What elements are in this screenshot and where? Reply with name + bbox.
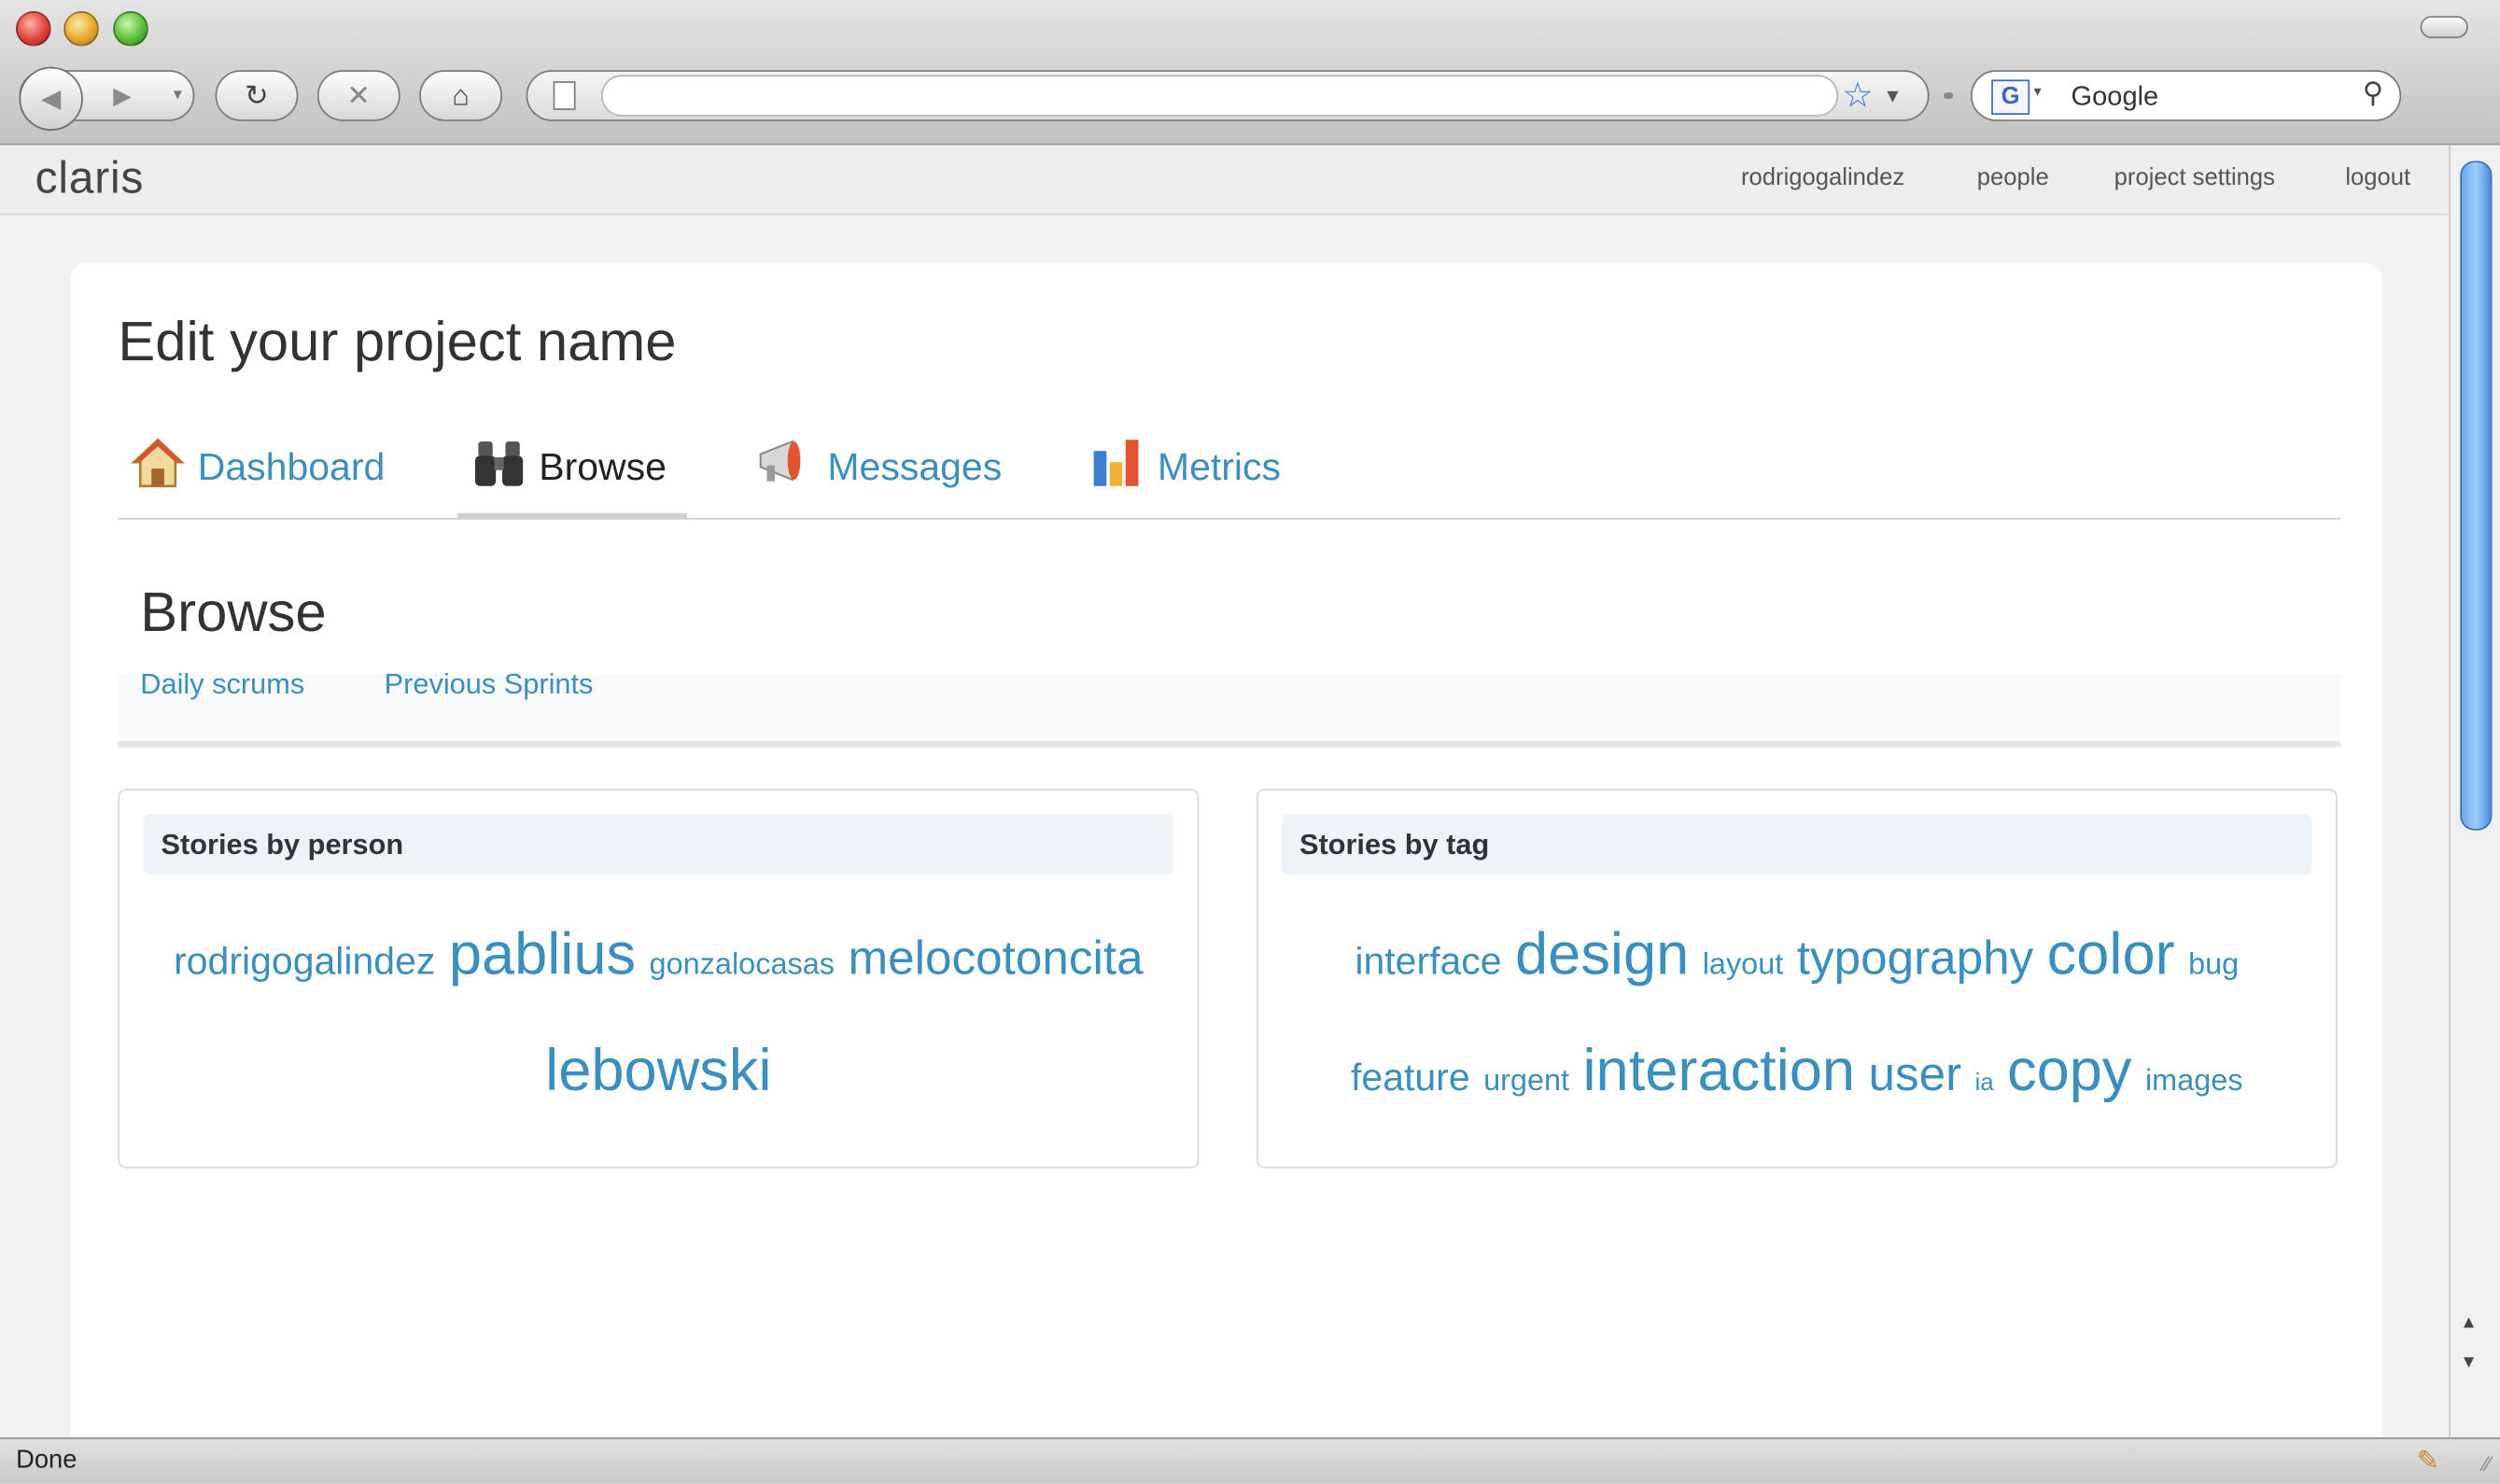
search-icon[interactable]: ⚲ — [2363, 77, 2384, 110]
status-text: Done — [16, 1447, 77, 1475]
panel-title: Stories by tag — [1282, 814, 2312, 875]
cloud-tag[interactable]: user — [1869, 1049, 1962, 1101]
page-icon — [553, 81, 576, 110]
google-engine-icon[interactable]: G — [1991, 79, 2030, 115]
home-button[interactable]: ⌂ — [419, 70, 502, 121]
nav-logout-link[interactable]: logout — [2345, 164, 2410, 191]
megaphone-icon — [754, 435, 815, 500]
previous-sprints-link[interactable]: Previous Sprints — [385, 667, 594, 701]
reload-icon: ↻ — [245, 78, 269, 111]
house-icon — [131, 435, 185, 500]
tab-browse-label: Browse — [539, 445, 667, 489]
cloud-tag[interactable]: copy — [2007, 1038, 2131, 1103]
cloud-tag[interactable]: rodrigogalindez — [174, 940, 435, 983]
search-input[interactable]: Google — [2072, 81, 2159, 113]
active-tab-indicator — [457, 512, 688, 520]
home-icon: ⌂ — [452, 78, 470, 111]
tab-browse[interactable]: Browse — [472, 435, 667, 500]
browser-toolbar: ◀ ▶ ▼ ↻ ✕ ⌂ ☆ ▼ G ▼ Google ⚲ — [0, 0, 2500, 146]
stop-icon: ✕ — [346, 78, 372, 111]
tab-metrics[interactable]: Metrics — [1090, 435, 1281, 500]
cloud-tag[interactable]: images — [2145, 1065, 2243, 1099]
tab-dashboard[interactable]: Dashboard — [131, 435, 385, 500]
daily-scrums-link[interactable]: Daily scrums — [140, 667, 304, 701]
search-bar[interactable]: G ▼ Google ⚲ — [1970, 70, 2402, 121]
browse-title: Browse — [140, 581, 327, 644]
browse-section-header: Browse Daily scrums Previous Sprints — [118, 566, 2341, 748]
cloud-tag[interactable]: layout — [1703, 948, 1784, 982]
tab-dashboard-label: Dashboard — [197, 445, 386, 489]
app-header: claris rodrigogalindez people project se… — [0, 145, 2450, 216]
cloud-tag[interactable]: interface — [1355, 940, 1501, 983]
content-card: Edit your project name Dashboard Browse … — [70, 262, 2382, 1438]
cloud-tag[interactable]: feature — [1351, 1057, 1470, 1099]
cloud-tag[interactable]: color — [2047, 921, 2175, 987]
url-input[interactable] — [600, 75, 1839, 117]
scroll-down-arrow-icon[interactable]: ▼ — [2460, 1353, 2478, 1372]
web-page: claris rodrigogalindez people project se… — [0, 145, 2450, 1438]
status-bar: Done ✎ ⁄⁄ — [0, 1437, 2500, 1484]
minimize-window-button[interactable] — [63, 10, 99, 47]
project-title[interactable]: Edit your project name — [118, 311, 676, 374]
panel-title: Stories by person — [143, 814, 1174, 875]
stories-by-tag-panel: Stories by tag interface design layout t… — [1256, 789, 2338, 1169]
bookmark-star-icon[interactable]: ☆ — [1842, 75, 1874, 116]
tab-messages-label: Messages — [827, 445, 1003, 489]
history-dropdown-icon[interactable]: ▼ — [171, 86, 185, 102]
nav-people-link[interactable]: people — [1977, 164, 2049, 191]
back-arrow-icon: ◀ — [41, 86, 62, 114]
cloud-tag[interactable]: interaction — [1583, 1038, 1856, 1103]
tab-metrics-label: Metrics — [1157, 445, 1282, 489]
cloud-tag[interactable]: bug — [2188, 948, 2239, 982]
vertical-scrollbar[interactable]: ▲ ▼ — [2449, 145, 2500, 1438]
stories-by-person-panel: Stories by person rodrigogalindez pabliu… — [118, 789, 1200, 1169]
app-logo[interactable]: claris — [35, 153, 145, 204]
engine-dropdown-icon[interactable]: ▼ — [2031, 84, 2044, 98]
addon-icon[interactable]: ✎ — [2417, 1446, 2439, 1477]
stop-button[interactable]: ✕ — [316, 70, 400, 121]
scroll-thumb[interactable] — [2460, 161, 2493, 831]
toolbar-separator — [1943, 92, 1954, 99]
resize-grip-icon[interactable]: ⁄⁄ — [2483, 1452, 2490, 1477]
back-forward-group: ◀ ▶ ▼ — [19, 66, 195, 132]
url-bar[interactable]: ☆ ▼ — [526, 70, 1930, 121]
cloud-tag[interactable]: melocotoncita — [848, 932, 1143, 985]
reload-button[interactable]: ↻ — [215, 70, 299, 121]
close-window-button[interactable] — [16, 10, 51, 47]
person-tag-cloud: rodrigogalindez pablius gonzalocasas mel… — [151, 902, 1165, 1134]
nav-project-settings-link[interactable]: project settings — [2114, 164, 2275, 191]
url-dropdown-icon[interactable]: ▼ — [1883, 84, 1902, 106]
nav-user-link[interactable]: rodrigogalindez — [1741, 164, 1904, 191]
cloud-tag[interactable]: typography — [1797, 932, 2034, 985]
browser-window: ◀ ▶ ▼ ↻ ✕ ⌂ ☆ ▼ G ▼ Google ⚲ claris rodr… — [0, 0, 2500, 1484]
cloud-tag[interactable]: gonzalocasas — [650, 948, 835, 982]
scroll-up-arrow-icon[interactable]: ▲ — [2460, 1313, 2478, 1332]
back-button[interactable]: ◀ — [19, 66, 83, 132]
tab-messages[interactable]: Messages — [754, 435, 1002, 500]
cloud-tag[interactable]: lebowski — [545, 1038, 771, 1103]
zoom-window-button[interactable] — [113, 10, 148, 47]
tag-cloud: interface design layout typography color… — [1290, 902, 2304, 1134]
forward-button[interactable]: ▶ — [113, 81, 132, 110]
cloud-tag[interactable]: pablius — [449, 921, 636, 987]
tab-bar: Dashboard Browse Messages Metrics — [118, 422, 2341, 520]
binoculars-icon — [472, 435, 527, 500]
toolbar-toggle-button[interactable] — [2420, 16, 2468, 38]
cloud-tag[interactable]: urgent — [1483, 1065, 1569, 1099]
bar-chart-icon — [1090, 435, 1145, 500]
cloud-tag[interactable]: ia — [1975, 1070, 1994, 1097]
cloud-tag[interactable]: design — [1515, 921, 1689, 987]
